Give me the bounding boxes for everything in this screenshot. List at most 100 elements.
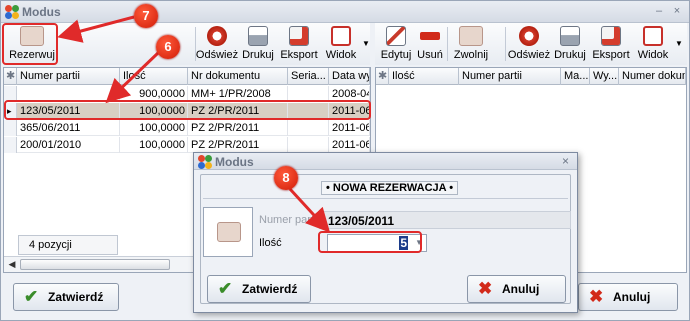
confirm-button[interactable]: ✔ Zatwierdź [13, 283, 119, 311]
batch-field: 123/05/2011 [319, 211, 571, 229]
column-header[interactable]: Ma... [561, 68, 590, 85]
cell-data: 2011-06- [329, 120, 370, 136]
toolbar-button-zwolnij[interactable]: Zwolnij [449, 23, 493, 65]
column-header[interactable]: Ilość [389, 68, 459, 85]
callout-quantity [318, 231, 422, 253]
confirm-label: Zatwierdź [48, 290, 104, 304]
column-header[interactable]: Numer dokum [619, 68, 686, 85]
refresh-icon [207, 26, 227, 46]
toolbar-label: Usuń [417, 49, 443, 61]
left-toolbar: Rezerwuj Odśwież Drukuj Eksport Widok ▼ [3, 23, 370, 65]
release-icon [459, 26, 483, 46]
row-selector[interactable] [4, 137, 17, 153]
app-logo-icon [198, 155, 212, 169]
toolbar-label: Zwolnij [453, 49, 489, 61]
batch-label: Numer partii [259, 214, 319, 226]
cell-numer: 200/01/2010 [17, 137, 120, 153]
chevron-down-icon[interactable]: ▼ [675, 39, 683, 48]
cancel-button[interactable]: ✖ Anuluj [578, 283, 678, 311]
refresh-icon [519, 26, 539, 46]
toolbar-button-widok[interactable]: Widok [633, 23, 673, 65]
dialog-heading: • NOWA REZERWACJA • [321, 181, 459, 195]
view-icon [331, 26, 351, 46]
toolbar-button-widok[interactable]: Widok [321, 23, 361, 65]
column-header[interactable]: Ilość [120, 68, 188, 85]
scroll-left-icon[interactable]: ◀ [6, 259, 18, 270]
print-icon [248, 26, 268, 46]
x-icon: ✖ [478, 279, 493, 298]
column-header[interactable]: Nr dokumentu [188, 68, 288, 85]
cell-dokument: PZ 2/PR/2011 [188, 137, 288, 153]
window-title: Modus [22, 5, 61, 19]
toolbar-button-eksport[interactable]: Eksport [589, 23, 633, 65]
step-badge-6: 6 [156, 35, 180, 59]
toolbar-label: Odśwież [195, 49, 239, 61]
grid-header: ✱ Numer partii Ilość Nr dokumentu Seria.… [4, 68, 370, 85]
minimize-button[interactable]: – [652, 5, 666, 17]
toolbar-label: Drukuj [554, 49, 586, 61]
right-toolbar: Edytuj Usuń Zwolnij Odśwież Drukuj Ekspo… [375, 23, 687, 65]
chevron-down-icon[interactable]: ▼ [362, 39, 370, 48]
row-count-footer: 4 pozycji [18, 235, 118, 255]
toolbar-label: Edytuj [380, 49, 412, 61]
row-selector-header[interactable]: ✱ [4, 68, 17, 85]
cell-data: 2011-06- [329, 137, 370, 153]
batch-value: 123/05/2011 [328, 214, 395, 228]
check-icon: ✔ [218, 279, 233, 298]
export-icon [601, 26, 621, 46]
column-header[interactable]: Numer partii [459, 68, 561, 85]
reservation-icon [217, 222, 241, 242]
row-selector-header[interactable]: ✱ [376, 68, 389, 85]
table-row[interactable]: 200/01/2010 100,0000 PZ 2/PR/2011 2011-0… [4, 137, 370, 153]
step-badge-7: 7 [134, 4, 158, 28]
app-logo-icon [5, 5, 19, 19]
cell-dokument: PZ 2/PR/2011 [188, 120, 288, 136]
column-header[interactable]: Seria... [288, 68, 329, 85]
close-button[interactable]: × [670, 5, 684, 17]
dialog-title-bar: Modus × [194, 153, 577, 170]
step-badge-8: 8 [274, 166, 298, 190]
check-icon: ✔ [24, 287, 39, 306]
column-header[interactable]: Wy... [590, 68, 619, 85]
toolbar-button-edytuj[interactable]: Edytuj [377, 23, 415, 65]
delete-icon [420, 32, 440, 40]
toolbar-label: Widok [637, 49, 669, 61]
scroll-thumb[interactable] [20, 259, 170, 270]
dialog-close-button[interactable]: × [562, 154, 569, 168]
column-header[interactable]: Numer partii [17, 68, 120, 85]
toolbar-separator [447, 27, 448, 61]
table-row[interactable]: 365/06/2011 100,0000 PZ 2/PR/2011 2011-0… [4, 120, 370, 136]
x-icon: ✖ [589, 287, 604, 306]
print-icon [560, 26, 580, 46]
toolbar-button-drukuj[interactable]: Drukuj [551, 23, 589, 65]
edit-icon [386, 26, 406, 46]
cell-seria [288, 137, 329, 153]
toolbar-label: Drukuj [242, 49, 274, 61]
toolbar-label: Eksport [592, 49, 630, 61]
cancel-label: Anuluj [502, 282, 540, 296]
toolbar-button-odswiez[interactable]: Odśwież [195, 23, 239, 65]
toolbar-label: Widok [325, 49, 357, 61]
dialog-title: Modus [215, 155, 254, 169]
product-image [203, 207, 253, 257]
confirm-label: Zatwierdź [242, 282, 298, 296]
toolbar-button-eksport[interactable]: Eksport [277, 23, 321, 65]
view-icon [643, 26, 663, 46]
toolbar-button-odswiez[interactable]: Odśwież [507, 23, 551, 65]
column-header[interactable]: Data wys [329, 68, 370, 85]
cancel-label: Anuluj [613, 290, 651, 304]
qty-label: Ilość [259, 237, 282, 249]
dialog-cancel-button[interactable]: ✖ Anuluj [467, 275, 566, 303]
toolbar-button-usun[interactable]: Usuń [415, 23, 445, 65]
row-count: 4 pozycji [29, 239, 72, 251]
export-icon [289, 26, 309, 46]
toolbar-label: Odśwież [507, 49, 551, 61]
callout-rezerwuj [2, 23, 58, 65]
cell-seria [288, 120, 329, 136]
title-bar: Modus – × [1, 1, 689, 23]
toolbar-button-drukuj[interactable]: Drukuj [239, 23, 277, 65]
cell-ilosc: 100,0000 [120, 137, 188, 153]
grid-header: ✱ Ilość Numer partii Ma... Wy... Numer d… [376, 68, 686, 85]
row-selector[interactable] [4, 120, 17, 136]
dialog-confirm-button[interactable]: ✔ Zatwierdź [207, 275, 311, 303]
